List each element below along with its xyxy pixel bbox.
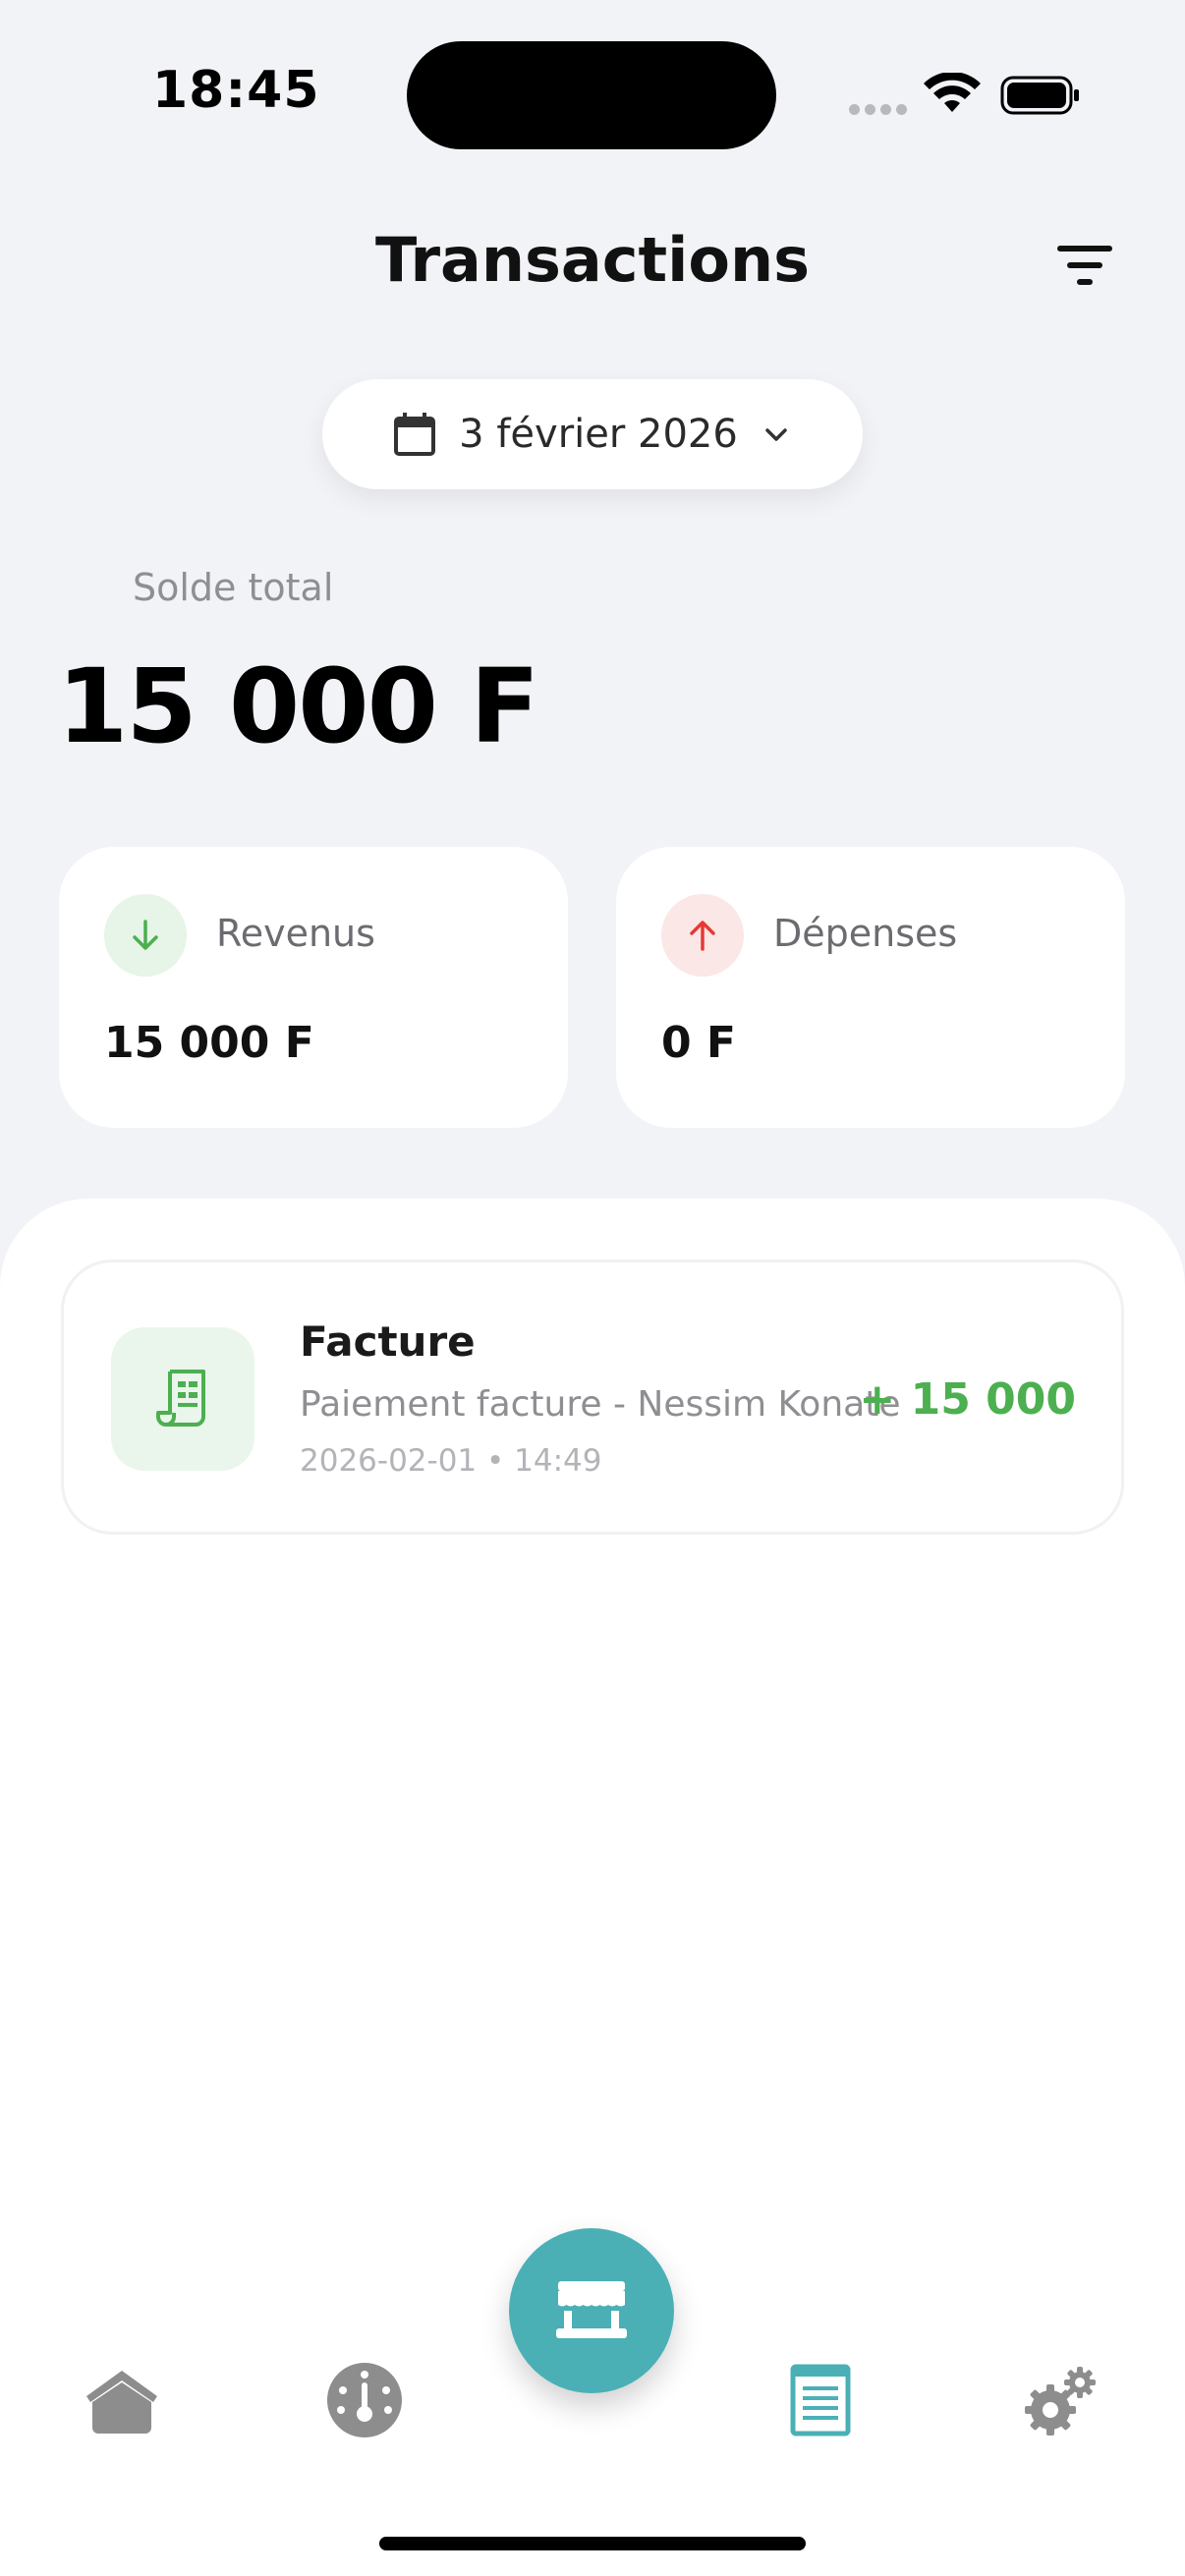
expense-card[interactable]: Dépenses 0 F	[616, 847, 1125, 1128]
home-indicator	[379, 2537, 806, 2550]
balance-amount: 15 000 F	[57, 646, 539, 766]
transaction-amount: + 15 000	[859, 1374, 1076, 1425]
status-bar: 18:45	[0, 0, 1185, 196]
home-icon	[86, 2371, 157, 2434]
wifi-icon	[924, 73, 981, 112]
nav-transactions[interactable]	[776, 2356, 865, 2444]
income-arrow-circle	[104, 894, 187, 977]
page-title: Transactions	[374, 224, 811, 296]
filter-icon[interactable]	[1045, 234, 1124, 297]
transaction-description: Paiement facture - Nessim Konate	[300, 1384, 901, 1425]
store-button[interactable]	[509, 2228, 674, 2393]
income-value: 15 000 F	[104, 1018, 314, 1068]
date-label: 3 février 2026	[459, 412, 738, 457]
cellular-signal-icon	[849, 104, 907, 115]
receipt-icon	[156, 1370, 205, 1427]
transactions-icon	[790, 2364, 851, 2436]
transaction-icon-box	[111, 1327, 254, 1471]
arrow-up-icon	[690, 921, 715, 951]
settings-icon	[1025, 2367, 1096, 2436]
chevron-down-icon	[765, 428, 787, 441]
income-card[interactable]: Revenus 15 000 F	[59, 847, 568, 1128]
arrow-down-icon	[133, 920, 158, 950]
nav-home[interactable]	[78, 2356, 166, 2444]
battery-icon	[1000, 76, 1079, 115]
dashboard-icon	[327, 2363, 402, 2437]
income-label: Revenus	[216, 912, 375, 955]
nav-settings[interactable]	[1016, 2356, 1104, 2444]
status-time: 18:45	[152, 61, 320, 120]
transaction-title: Facture	[300, 1317, 476, 1366]
store-icon	[556, 2281, 627, 2338]
expense-arrow-circle	[661, 894, 744, 977]
expense-value: 0 F	[661, 1018, 736, 1068]
calendar-icon	[394, 413, 436, 456]
transaction-item[interactable]: Facture Paiement facture - Nessim Konate…	[61, 1260, 1124, 1535]
expense-label: Dépenses	[773, 912, 958, 955]
transaction-datetime: 2026-02-01 • 14:49	[300, 1443, 602, 1479]
balance-label: Solde total	[133, 566, 334, 609]
nav-dashboard[interactable]	[320, 2356, 409, 2444]
date-selector[interactable]: 3 février 2026	[322, 379, 863, 489]
dynamic-island	[407, 41, 776, 149]
